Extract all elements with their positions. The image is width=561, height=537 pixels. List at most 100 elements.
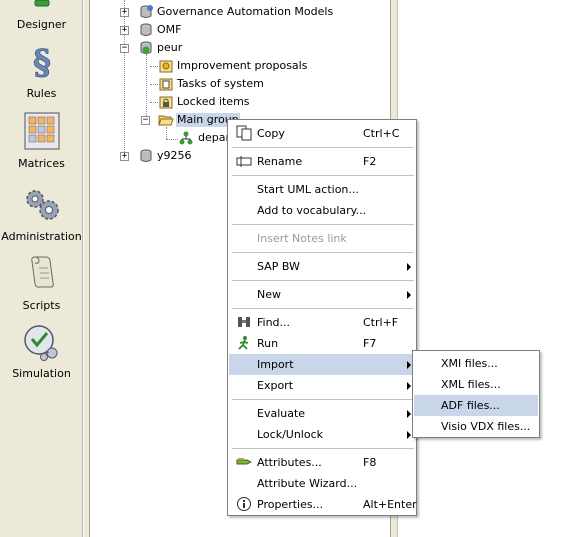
expand-toggle[interactable]: + (120, 152, 129, 161)
nav-administration-label: Administration (1, 230, 82, 243)
nav-scripts-label: Scripts (22, 299, 61, 312)
designer-icon (34, 0, 49, 7)
menu-item-label: Find... (257, 316, 291, 329)
submenu-item-label: Visio VDX files... (441, 420, 531, 433)
tree-connector (150, 66, 158, 67)
menu-item-find[interactable]: Find... Ctrl+F (229, 312, 415, 333)
splitter[interactable] (84, 0, 90, 537)
binoculars-icon (238, 317, 250, 327)
tree-connector (124, 0, 125, 156)
submenu-arrow-icon (407, 410, 411, 418)
tree-label: Locked items (177, 95, 250, 108)
menu-item-start-uml[interactable]: Start UML action... (229, 179, 415, 200)
submenu-item-adf[interactable]: ADF files... (414, 395, 538, 416)
tree-connector (150, 102, 158, 103)
module-navigation-bar: Designer § Rules Matrices Administration (0, 0, 83, 537)
menu-item-shortcut: F2 (363, 155, 377, 168)
nav-rules-label: Rules (26, 87, 57, 100)
submenu-arrow-icon (407, 382, 411, 390)
menu-separator (232, 280, 414, 281)
menu-item-evaluate[interactable]: Evaluate (229, 403, 415, 424)
nav-simulation-label: Simulation (12, 367, 71, 380)
menu-item-shortcut: F7 (363, 337, 377, 350)
tree-label: Tasks of system (177, 77, 264, 90)
nav-simulation[interactable]: Simulation (0, 324, 83, 380)
submenu-arrow-icon (407, 431, 411, 439)
tree-label: y9256 (157, 149, 192, 162)
svg-text:§: § (33, 46, 51, 80)
administration-icon (25, 190, 59, 220)
submenu-item-xmi[interactable]: XMI files... (414, 353, 538, 374)
tree-label: Improvement proposals (177, 59, 308, 72)
submenu-item-label: XML files... (441, 378, 501, 391)
database-icon (140, 149, 152, 162)
tasks-folder-icon (159, 78, 173, 91)
info-icon (237, 497, 251, 511)
menu-item-label: Attribute Wizard... (257, 477, 358, 490)
tree-connector (166, 139, 178, 140)
rename-icon (236, 156, 252, 167)
menu-item-copy[interactable]: Copy Ctrl+C (229, 123, 415, 144)
locked-folder-icon (159, 96, 173, 109)
expand-toggle[interactable]: + (120, 8, 129, 17)
expand-toggle[interactable]: + (120, 26, 129, 35)
menu-item-shortcut: F8 (363, 456, 377, 469)
menu-item-shortcut: Alt+Enter (363, 498, 417, 511)
menu-item-shortcut: Ctrl+F (363, 316, 399, 329)
menu-item-attributes[interactable]: Attributes... F8 (229, 452, 415, 473)
nav-matrices[interactable]: Matrices (0, 112, 83, 170)
menu-separator (232, 448, 414, 449)
menu-item-export[interactable]: Export (229, 375, 415, 396)
submenu-item-xml[interactable]: XML files... (414, 374, 538, 395)
tree-label: Governance Automation Models (157, 5, 334, 18)
menu-item-label: Lock/Unlock (257, 428, 324, 441)
open-folder-icon (158, 115, 174, 126)
nav-administration[interactable]: Administration (0, 187, 83, 243)
menu-item-lock-unlock[interactable]: Lock/Unlock (229, 424, 415, 445)
import-submenu: XMI files... XML files... ADF files... V… (412, 350, 540, 438)
rules-icon: § (32, 46, 51, 80)
tree-label: peur (157, 41, 183, 54)
submenu-arrow-icon (407, 361, 411, 369)
menu-item-rename[interactable]: Rename F2 (229, 151, 415, 172)
menu-item-insert-notes-link[interactable]: Insert Notes link (229, 228, 415, 249)
menu-separator (232, 399, 414, 400)
menu-item-shortcut: Ctrl+C (363, 127, 400, 140)
menu-item-new[interactable]: New (229, 284, 415, 305)
submenu-item-label: ADF files... (441, 399, 500, 412)
menu-item-label: Run (257, 337, 279, 350)
collapse-toggle[interactable]: − (141, 116, 150, 125)
org-unit-icon (179, 131, 193, 145)
nav-designer[interactable]: Designer (0, 0, 83, 31)
menu-item-properties[interactable]: Properties... Alt+Enter (229, 494, 417, 515)
menu-item-attribute-wizard[interactable]: Attribute Wizard... (229, 473, 415, 494)
menu-item-import[interactable]: Import (229, 354, 415, 375)
submenu-item-visio[interactable]: Visio VDX files... (414, 416, 538, 437)
nav-rules[interactable]: § Rules (0, 46, 83, 100)
nav-designer-label: Designer (16, 18, 67, 31)
copy-icon (236, 125, 252, 141)
submenu-item-label: XMI files... (441, 357, 498, 370)
proposal-folder-icon (159, 60, 173, 73)
menu-separator (232, 224, 414, 225)
collapse-toggle[interactable]: − (120, 44, 129, 53)
menu-separator (232, 252, 414, 253)
scripts-icon (30, 256, 54, 288)
menu-item-label: SAP BW (257, 260, 300, 273)
menu-item-run[interactable]: Run F7 (229, 333, 415, 354)
menu-separator (232, 175, 414, 176)
nav-scripts[interactable]: Scripts (0, 254, 83, 312)
menu-item-label: Properties... (257, 498, 324, 511)
attributes-icon (236, 458, 252, 465)
tree-label: OMF (157, 23, 182, 36)
menu-item-sap-bw[interactable]: SAP BW (229, 256, 415, 277)
menu-item-label: Insert Notes link (257, 232, 347, 245)
database-active-icon (140, 41, 152, 54)
tree-connector (150, 84, 158, 85)
menu-item-label: Add to vocabulary... (257, 204, 367, 217)
menu-item-add-vocabulary[interactable]: Add to vocabulary... (229, 200, 415, 221)
menu-item-label: Rename (257, 155, 303, 168)
menu-item-label: Evaluate (257, 407, 306, 420)
submenu-arrow-icon (407, 291, 411, 299)
submenu-arrow-icon (407, 263, 411, 271)
